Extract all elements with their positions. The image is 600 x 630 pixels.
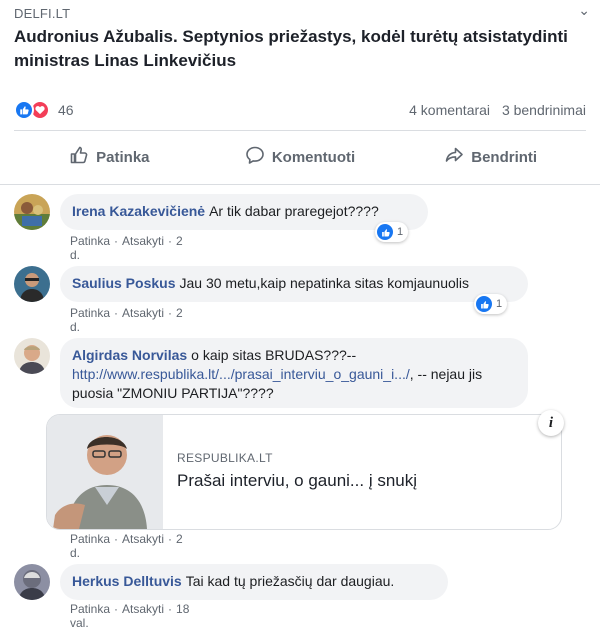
comments-count-link[interactable]: 4 komentarai (409, 102, 490, 118)
comment-bubble: Saulius Poskus Jau 30 metu,kaip nepatinka… (60, 266, 528, 302)
divider (14, 130, 586, 131)
comment-like-link[interactable]: Patinka (70, 234, 110, 248)
comment-button[interactable]: Komentuoti (205, 134, 396, 180)
comment-meta: Patinka · Atsakyti · 2 d. (70, 234, 183, 262)
separator: · (168, 306, 173, 320)
comment-meta: Patinka · Atsakyti · 2 d. (70, 306, 183, 334)
engagement-counts: 4 komentarai 3 bendrinimai (401, 102, 586, 118)
link-preview-image (47, 415, 163, 529)
like-icon (14, 100, 34, 120)
comment-like-link[interactable]: Patinka (70, 532, 110, 546)
separator: · (114, 532, 119, 546)
caret-icon[interactable]: ⌄ (578, 2, 590, 19)
comment-reaction-badge[interactable]: 1 (474, 294, 508, 314)
share-button-label: Bendrinti (471, 148, 538, 166)
comment-like-link[interactable]: Patinka (70, 306, 110, 320)
share-button[interactable]: Bendrinti (395, 134, 586, 180)
avatar[interactable] (14, 338, 50, 374)
comment-meta: Patinka · Atsakyti · 2 d. (70, 532, 183, 560)
separator: · (168, 234, 173, 248)
comment-bubble: Irena Kazakevičienė Ar tik dabar praregej… (60, 194, 428, 230)
comment-like-link[interactable]: Patinka (70, 602, 110, 616)
comment-link[interactable]: http://www.respublika.lt/.../prasai_inte… (72, 366, 410, 382)
share-icon (444, 145, 464, 169)
comment-reply-link[interactable]: Atsakyti (122, 306, 164, 320)
avatar[interactable] (14, 564, 50, 600)
like-button[interactable]: Patinka (14, 134, 205, 180)
comment-reply-link[interactable]: Atsakyti (122, 602, 164, 616)
separator: · (114, 602, 119, 616)
comment-author[interactable]: Irena Kazakevičienė (72, 203, 205, 219)
comment-meta: Patinka · Atsakyti · 18 val. (70, 602, 189, 630)
link-preview-title: Prašai interviu, o gauni... į snukį (177, 471, 418, 490)
reaction-stats: 46 4 komentarai 3 bendrinimai (14, 100, 586, 122)
thumbs-up-icon (69, 145, 89, 169)
comment-reaction-count: 1 (397, 226, 404, 238)
reaction-count[interactable]: 46 (58, 102, 74, 118)
comment-author[interactable]: Algirdas Norvilas (72, 347, 187, 363)
like-icon (476, 296, 492, 312)
comment-text: o kaip sitas BRUDAS???-- (191, 347, 357, 363)
comment-reaction-count: 1 (496, 298, 503, 310)
post-source[interactable]: DELFI.LT (14, 6, 590, 21)
comment-reply-link[interactable]: Atsakyti (122, 234, 164, 248)
comment-author[interactable]: Saulius Poskus (72, 275, 175, 291)
comment-button-label: Komentuoti (271, 148, 356, 166)
divider (0, 184, 600, 185)
comment-reply-link[interactable]: Atsakyti (122, 532, 164, 546)
info-icon[interactable]: i (538, 410, 564, 436)
comment-bubble: Herkus Delltuvis Tai kad tų priežasčių da… (60, 564, 448, 600)
avatar[interactable] (14, 194, 50, 230)
comment-bubble: Algirdas Norvilas o kaip sitas BRUDAS???-… (60, 338, 528, 408)
post-header: DELFI.LT Audronius Ažubalis. Septynios p… (14, 2, 590, 73)
comment-text: Jau 30 metu,kaip nepatinka sitas komjaun… (179, 275, 469, 291)
comment-icon (245, 145, 265, 169)
comment-text: Tai kad tų priežasčių dar daugiau. (185, 573, 395, 589)
separator: · (168, 532, 173, 546)
comment-author[interactable]: Herkus Delltuvis (72, 573, 182, 589)
separator: · (114, 306, 119, 320)
link-preview-card[interactable]: RESPUBLIKA.LT Prašai interviu, o gauni..… (46, 414, 562, 530)
link-preview-domain: RESPUBLIKA.LT (177, 451, 273, 465)
shares-count-link[interactable]: 3 bendrinimai (502, 102, 586, 118)
like-button-label: Patinka (96, 148, 150, 166)
post-title[interactable]: Audronius Ažubalis. Septynios priežastys… (14, 25, 590, 73)
comment-text: Ar tik dabar praregejot???? (209, 203, 379, 219)
avatar[interactable] (14, 266, 50, 302)
like-icon (377, 224, 393, 240)
separator: · (114, 234, 119, 248)
comment-reaction-badge[interactable]: 1 (375, 222, 409, 242)
post-actions: Patinka Komentuoti Bendrinti (14, 134, 586, 180)
separator: · (168, 602, 173, 616)
